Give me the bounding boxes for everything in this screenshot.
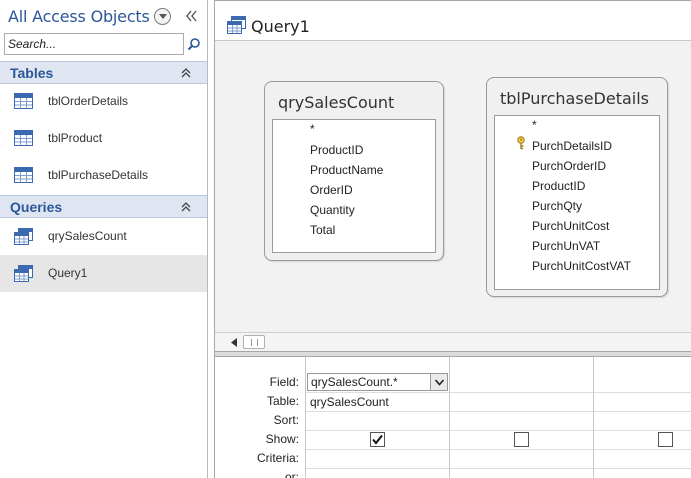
query-icon bbox=[227, 16, 247, 34]
field-list-title: tblPurchaseDetails bbox=[500, 89, 649, 108]
field-item[interactable]: * bbox=[532, 118, 537, 132]
row-label-sort: Sort: bbox=[273, 413, 299, 427]
primary-key-icon bbox=[516, 136, 526, 150]
table-icon bbox=[14, 167, 34, 184]
search-icon[interactable] bbox=[187, 37, 201, 51]
field-item[interactable]: PurchUnitCost bbox=[532, 219, 609, 233]
nav-header: All Access Objects bbox=[0, 0, 207, 32]
table-cell-value[interactable]: qrySalesCount bbox=[310, 395, 389, 409]
collapse-pane-icon[interactable] bbox=[182, 7, 200, 25]
grid-line bbox=[305, 468, 691, 469]
grid-line bbox=[305, 392, 691, 393]
field-item[interactable]: * bbox=[310, 122, 315, 136]
row-label-table: Table: bbox=[266, 394, 299, 408]
grid-column-3[interactable] bbox=[593, 357, 594, 478]
document-tab[interactable]: Query1 bbox=[215, 1, 691, 41]
field-list-box: * ProductID ProductName OrderID Quantity… bbox=[272, 119, 436, 253]
grid-column-2[interactable] bbox=[449, 357, 450, 478]
search-field[interactable] bbox=[4, 33, 184, 55]
field-item[interactable]: ProductID bbox=[532, 179, 585, 193]
group-label: Tables bbox=[10, 65, 54, 81]
field-list-box: * PurchDetailsID PurchOrderID ProductID … bbox=[494, 115, 660, 290]
field-item[interactable]: ProductID bbox=[310, 143, 363, 157]
horizontal-scrollbar[interactable] bbox=[215, 332, 691, 351]
grid-row-labels: Field: Table: Sort: Show: Criteria: or: bbox=[215, 357, 305, 478]
row-label-show: Show: bbox=[265, 432, 299, 446]
scrollbar-thumb[interactable] bbox=[243, 335, 265, 349]
nav-item-label: tblOrderDetails bbox=[48, 94, 129, 108]
query-icon bbox=[14, 265, 34, 282]
grid-column-1[interactable] bbox=[305, 357, 306, 478]
nav-item-query1[interactable]: Query1 bbox=[0, 255, 207, 292]
nav-item-label: tblPurchaseDetails bbox=[48, 168, 149, 182]
show-checkbox[interactable] bbox=[658, 432, 673, 447]
design-grid[interactable]: Field: Table: Sort: Show: Criteria: or: … bbox=[215, 357, 691, 478]
scroll-left-arrow-icon[interactable] bbox=[229, 337, 239, 348]
nav-item-label: Query1 bbox=[48, 266, 88, 280]
grid-line bbox=[305, 430, 691, 431]
row-label-criteria: Criteria: bbox=[256, 451, 299, 465]
field-value: qrySalesCount.* bbox=[311, 375, 398, 389]
query-icon bbox=[14, 228, 34, 245]
field-item[interactable]: PurchUnitCostVAT bbox=[532, 259, 631, 273]
nav-menu-dropdown-icon[interactable] bbox=[154, 8, 171, 25]
table-icon bbox=[14, 93, 34, 110]
table-pane[interactable]: qrySalesCount * ProductID ProductName Or… bbox=[215, 41, 691, 332]
field-item[interactable]: OrderID bbox=[310, 183, 353, 197]
table-icon bbox=[14, 130, 34, 147]
field-item[interactable]: PurchUnVAT bbox=[532, 239, 600, 253]
nav-item-tblorderdetails[interactable]: tblOrderDetails bbox=[0, 83, 207, 120]
field-list-qrysalescount[interactable]: qrySalesCount * ProductID ProductName Or… bbox=[264, 81, 444, 261]
chevron-up-icon[interactable] bbox=[180, 67, 192, 79]
search-input[interactable] bbox=[5, 34, 183, 54]
field-item[interactable]: PurchOrderID bbox=[532, 159, 606, 173]
field-list-title: qrySalesCount bbox=[278, 93, 395, 112]
group-header-queries[interactable]: Queries bbox=[0, 195, 207, 218]
navigation-pane: All Access Objects Tables bbox=[0, 0, 208, 478]
show-checkbox-checked[interactable] bbox=[370, 432, 385, 447]
chevron-up-icon[interactable] bbox=[180, 201, 192, 213]
field-item-primary-key[interactable]: PurchDetailsID bbox=[532, 139, 612, 153]
nav-item-tblproduct[interactable]: tblProduct bbox=[0, 120, 207, 157]
nav-item-label: tblProduct bbox=[48, 131, 103, 145]
nav-item-tblpurchasedetails[interactable]: tblPurchaseDetails bbox=[0, 157, 207, 194]
query-design-window: Query1 qrySalesCount * ProductID Product… bbox=[214, 0, 691, 478]
grid-line bbox=[305, 449, 691, 450]
nav-item-qrysalescount[interactable]: qrySalesCount bbox=[0, 218, 207, 255]
field-list-tblpurchasedetails[interactable]: tblPurchaseDetails * PurchDetailsID Purc… bbox=[486, 77, 668, 297]
field-item[interactable]: Total bbox=[310, 223, 335, 237]
show-checkbox[interactable] bbox=[514, 432, 529, 447]
group-label: Queries bbox=[10, 199, 63, 215]
group-header-tables[interactable]: Tables bbox=[0, 61, 207, 84]
document-title: Query1 bbox=[251, 17, 310, 36]
field-combo-box[interactable]: qrySalesCount.* bbox=[307, 373, 448, 391]
row-label-or: or: bbox=[284, 470, 299, 478]
dropdown-arrow-icon[interactable] bbox=[430, 374, 447, 390]
nav-title[interactable]: All Access Objects bbox=[8, 7, 150, 26]
nav-item-label: qrySalesCount bbox=[48, 229, 127, 243]
field-item[interactable]: ProductName bbox=[310, 163, 383, 177]
grid-line bbox=[305, 411, 691, 412]
field-item[interactable]: PurchQty bbox=[532, 199, 582, 213]
row-label-field: Field: bbox=[269, 375, 299, 389]
field-item[interactable]: Quantity bbox=[310, 203, 355, 217]
